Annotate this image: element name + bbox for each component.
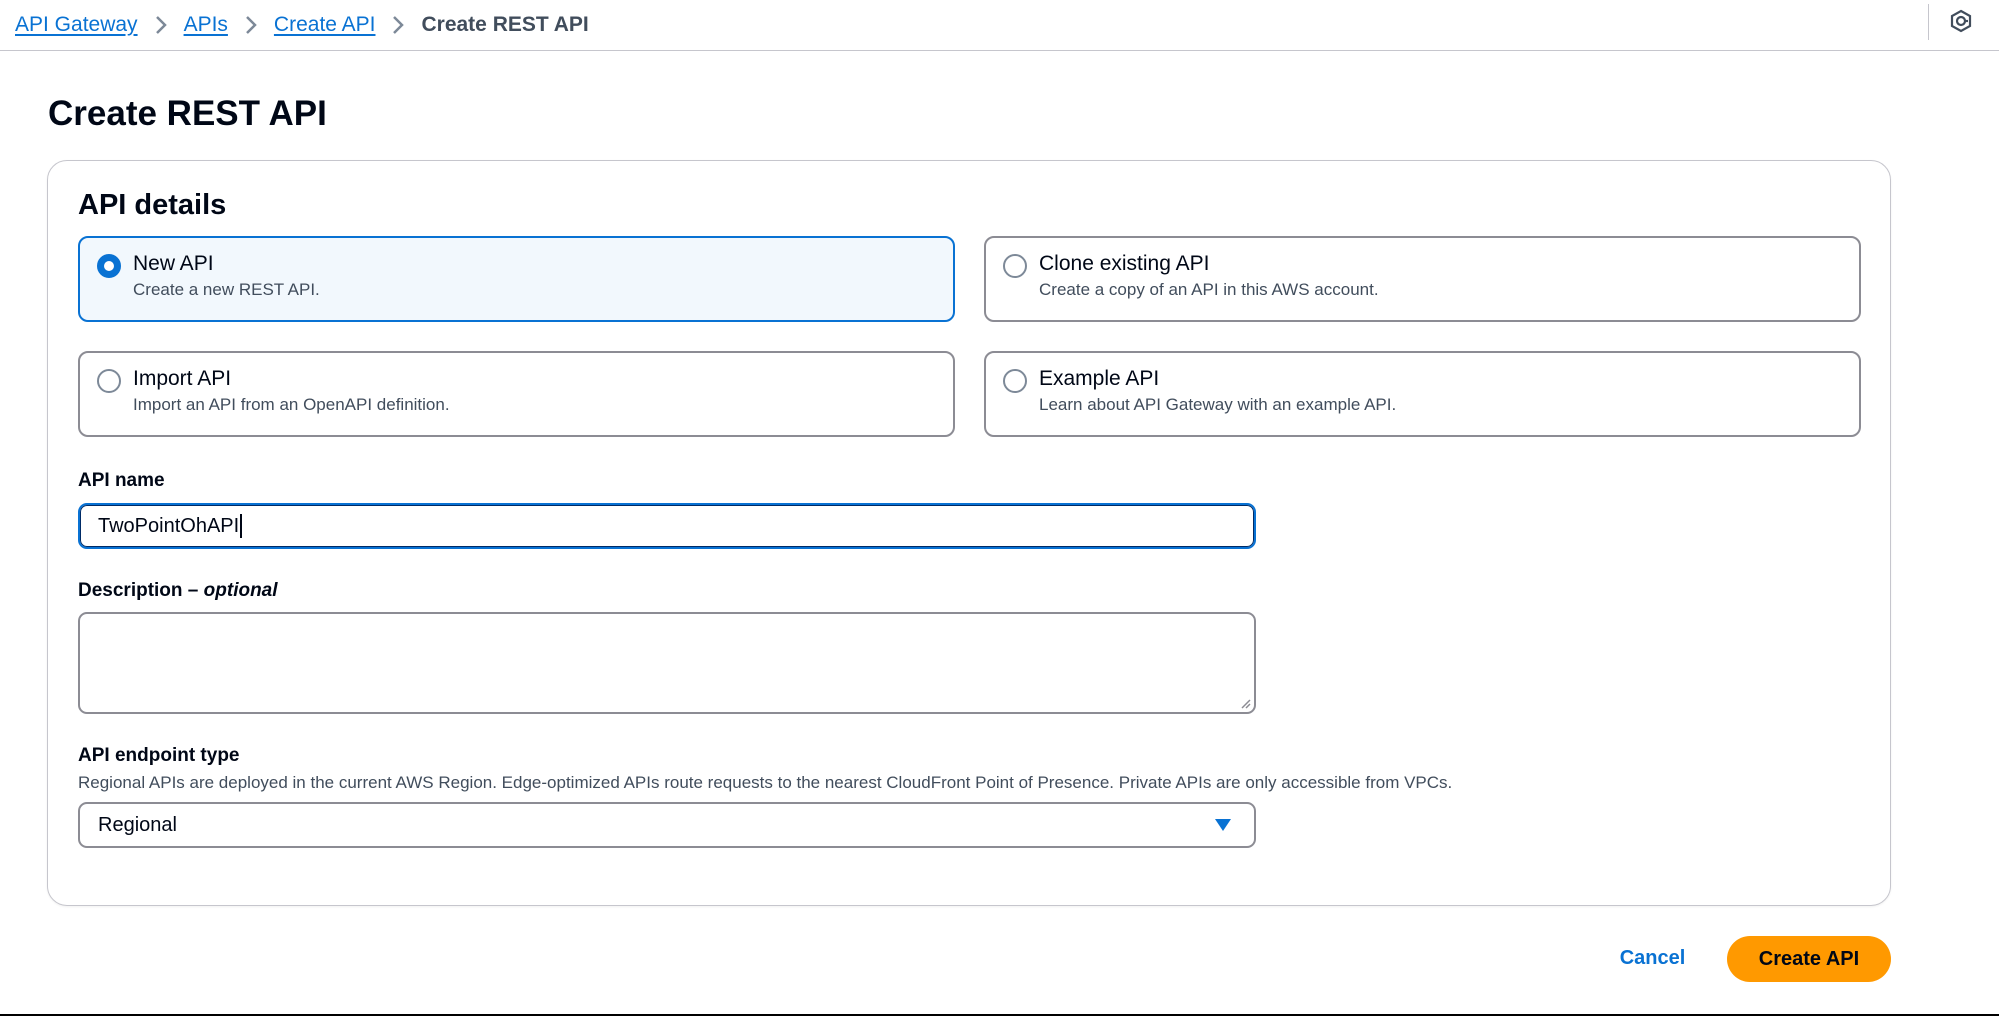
breadcrumb-current: Create REST API	[421, 13, 589, 36]
radio-import-api[interactable]	[97, 369, 121, 393]
tile-description: Create a new REST API.	[133, 280, 320, 299]
optional-label: optional	[203, 580, 278, 601]
api-details-heading: API details	[78, 189, 227, 221]
tile-label: Import API	[133, 367, 232, 390]
chevron-right-icon	[138, 10, 184, 40]
radio-new-api[interactable]	[97, 254, 121, 278]
tile-label: Clone existing API	[1039, 252, 1210, 275]
tile-description: Create a copy of an API in this AWS acco…	[1039, 280, 1379, 299]
chevron-right-icon	[375, 10, 421, 40]
description-label: Description – optional	[78, 580, 278, 601]
radio-example-api[interactable]	[1003, 369, 1027, 393]
breadcrumb-link-create-api[interactable]: Create API	[274, 13, 376, 37]
caret-down-icon	[1215, 819, 1231, 831]
endpoint-type-selected-value: Regional	[98, 813, 177, 836]
breadcrumb-link-apis[interactable]: APIs	[184, 13, 228, 37]
cancel-button[interactable]: Cancel	[1600, 936, 1705, 980]
api-name-label: API name	[78, 470, 165, 491]
radio-clone-existing-api[interactable]	[1003, 254, 1027, 278]
tile-description: Learn about API Gateway with an example …	[1039, 395, 1397, 414]
tile-label: New API	[133, 252, 214, 275]
breadcrumb-link-api-gateway[interactable]: API Gateway	[15, 13, 138, 37]
cloudshell-icon[interactable]	[1946, 6, 1976, 36]
endpoint-type-help-text: Regional APIs are deployed in the curren…	[78, 773, 1453, 792]
api-name-value: TwoPointOhAPI	[98, 514, 240, 537]
tile-description: Import an API from an OpenAPI definition…	[133, 395, 450, 414]
text-caret	[240, 514, 243, 538]
endpoint-type-label: API endpoint type	[78, 745, 240, 766]
resize-handle-icon[interactable]	[1239, 697, 1251, 709]
api-details-container: API details New API Create a new REST AP…	[47, 160, 1891, 906]
toolbar-divider	[1928, 4, 1929, 40]
chevron-right-icon	[228, 10, 274, 40]
tile-import-api[interactable]: Import API Import an API from an OpenAPI…	[78, 351, 955, 437]
tile-example-api[interactable]: Example API Learn about API Gateway with…	[984, 351, 1861, 437]
breadcrumb: API Gateway APIs Create API Create REST …	[15, 10, 589, 40]
tile-new-api[interactable]: New API Create a new REST API.	[78, 236, 955, 322]
api-name-input[interactable]: TwoPointOhAPI	[78, 503, 1256, 549]
tile-label: Example API	[1039, 367, 1160, 390]
endpoint-type-select[interactable]: Regional	[78, 802, 1256, 848]
create-api-button[interactable]: Create API	[1727, 936, 1891, 982]
description-textarea[interactable]	[78, 612, 1256, 714]
description-label-text: Description	[78, 580, 183, 601]
tile-clone-existing-api[interactable]: Clone existing API Create a copy of an A…	[984, 236, 1861, 322]
page-title: Create REST API	[48, 94, 327, 133]
top-navigation-bar: API Gateway APIs Create API Create REST …	[0, 0, 1999, 51]
